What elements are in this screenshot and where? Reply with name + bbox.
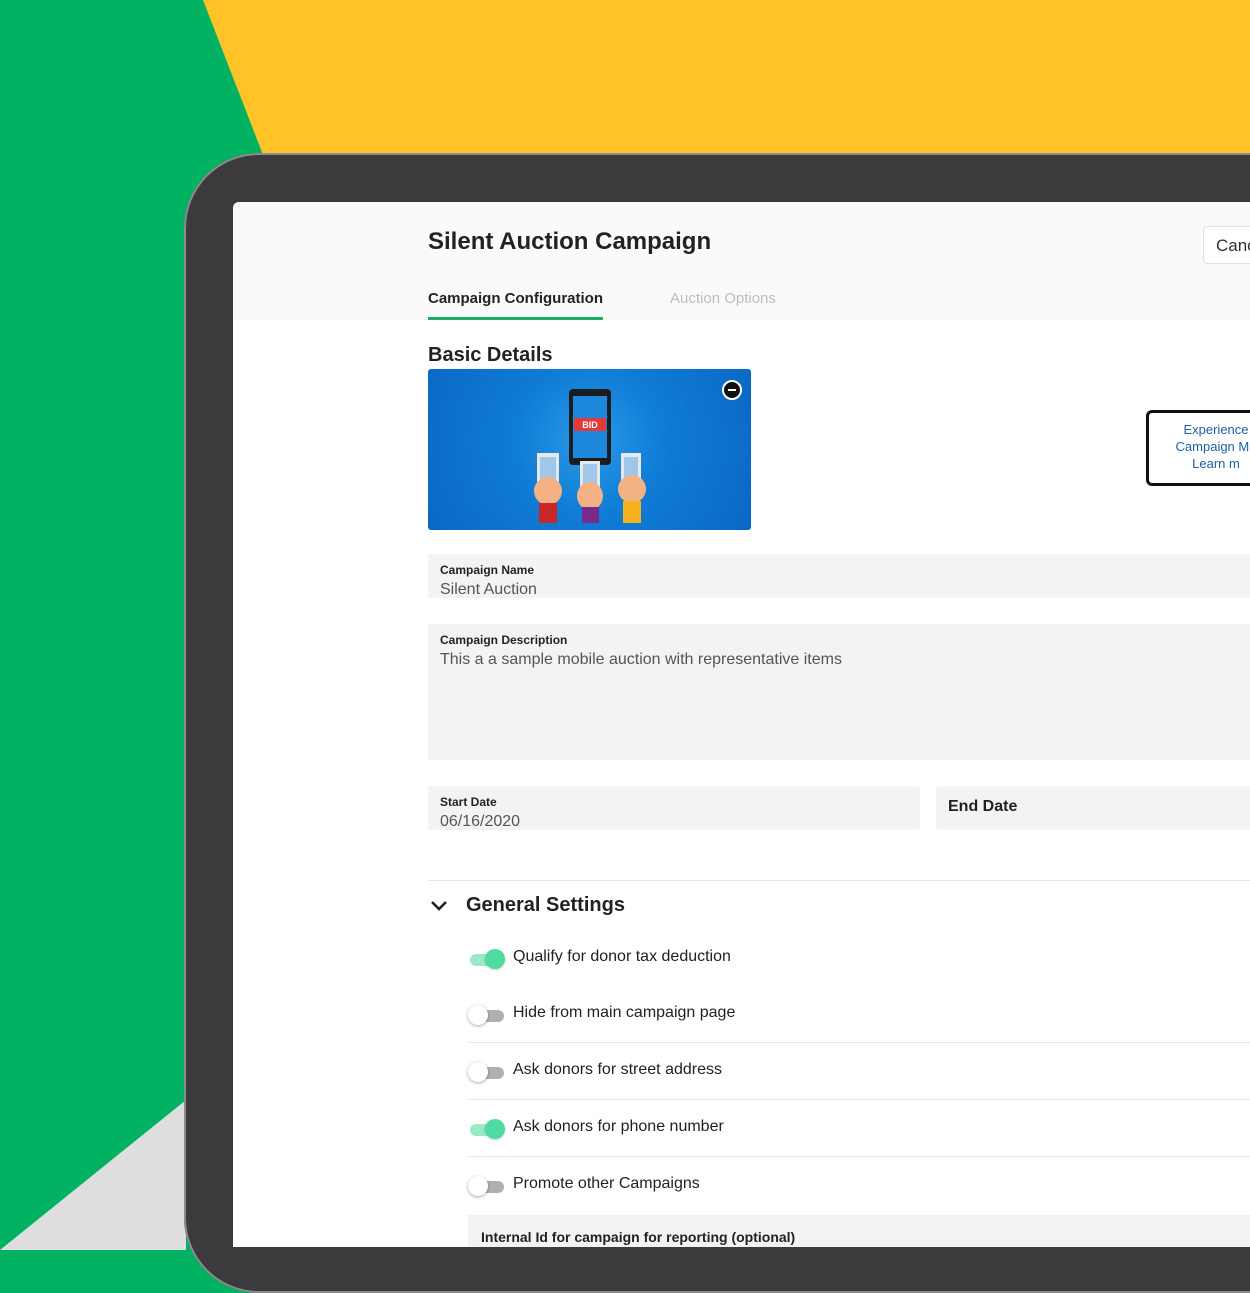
promo-card-line: Experience: [1183, 422, 1249, 437]
setting-label: Promote other Campaigns: [513, 1175, 700, 1192]
row-divider: [468, 1099, 1250, 1100]
remove-image-icon[interactable]: [722, 380, 742, 400]
promo-card-line: Learn m: [1192, 456, 1240, 471]
page-title: Silent Auction Campaign: [428, 228, 712, 255]
setting-row-tax-deduction: Qualify for donor tax deduction: [468, 944, 1250, 972]
campaign-banner-image[interactable]: BID: [428, 369, 751, 530]
bid-illustration-icon: BID: [534, 389, 646, 523]
setting-label: Qualify for donor tax deduction: [513, 948, 731, 965]
general-settings-heading: General Settings: [466, 894, 625, 916]
start-date-field[interactable]: Start Date 06/16/2020: [428, 786, 920, 830]
tab-auction-options[interactable]: Auction Options: [670, 290, 776, 307]
setting-row-phone-number: Ask donors for phone number: [468, 1114, 1250, 1142]
section-divider: [428, 880, 1250, 881]
setting-label: Ask donors for street address: [513, 1061, 722, 1078]
cancel-button[interactable]: Canc: [1203, 226, 1250, 264]
campaign-name-label: Campaign Name: [440, 563, 535, 577]
setting-row-promote-campaigns: Promote other Campaigns: [468, 1171, 1250, 1199]
promo-card-line: Campaign Ma: [1175, 439, 1250, 454]
start-date-label: Start Date: [440, 795, 497, 809]
setting-row-hide-campaign: Hide from main campaign page: [468, 1000, 1250, 1028]
toggle-switch[interactable]: [468, 1176, 504, 1198]
end-date-label: End Date: [948, 798, 1018, 815]
row-divider: [468, 1042, 1250, 1043]
setting-label: Hide from main campaign page: [513, 1004, 736, 1021]
toggle-switch[interactable]: [468, 1062, 504, 1084]
toggle-switch[interactable]: [468, 1119, 505, 1141]
setting-label: Ask donors for phone number: [513, 1118, 724, 1135]
campaign-name-field[interactable]: Campaign Name Silent Auction: [428, 554, 1250, 598]
promo-card[interactable]: Experience Campaign Ma Learn m: [1146, 410, 1250, 486]
campaign-description-field[interactable]: Campaign Description This a a sample mob…: [428, 624, 1250, 760]
bid-badge-label: BID: [582, 420, 598, 430]
toggle-switch[interactable]: [468, 949, 505, 971]
toggle-switch[interactable]: [468, 1005, 504, 1027]
end-date-field[interactable]: End Date: [936, 786, 1250, 830]
campaign-description-label: Campaign Description: [440, 633, 568, 647]
campaign-description-value: This a a sample mobile auction with repr…: [440, 651, 842, 668]
internal-id-field[interactable]: Internal Id for campaign for reporting (…: [468, 1215, 1250, 1247]
tab-campaign-configuration[interactable]: Campaign Configuration: [428, 290, 603, 320]
row-divider: [468, 1156, 1250, 1157]
start-date-value: 06/16/2020: [440, 813, 521, 830]
basic-details-heading: Basic Details: [428, 344, 553, 366]
campaign-name-value: Silent Auction: [440, 581, 537, 598]
chevron-down-icon[interactable]: [430, 897, 448, 915]
app-screen: Silent Auction Campaign Canc Campaign Co…: [233, 202, 1250, 1247]
setting-row-street-address: Ask donors for street address: [468, 1057, 1250, 1085]
